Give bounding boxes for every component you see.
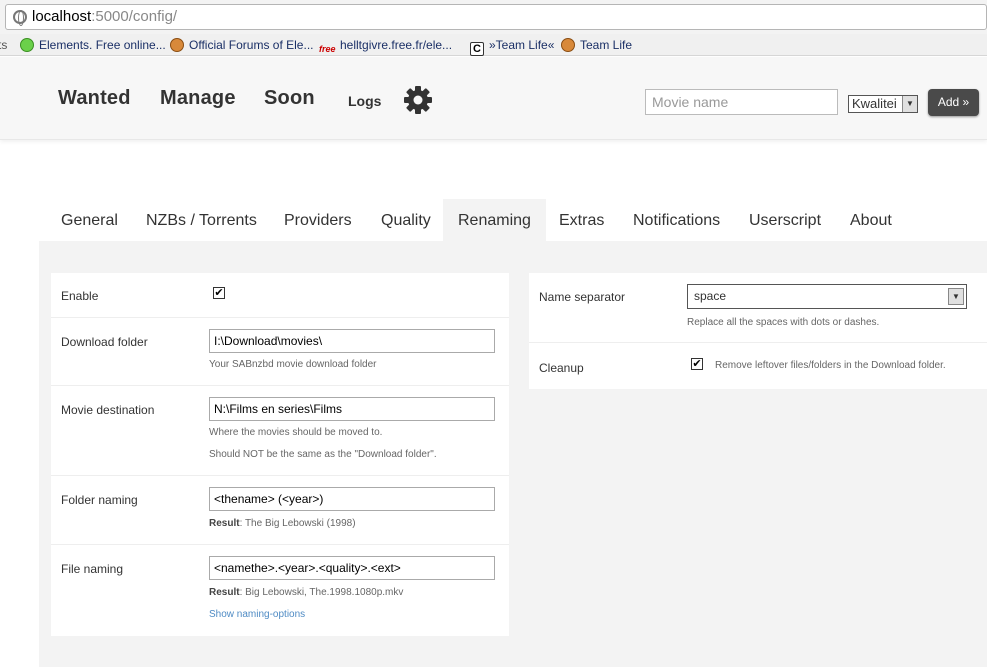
nav-soon[interactable]: Soon [264,87,315,110]
url-host: localhost [32,8,92,25]
elements-favicon [20,38,34,52]
name-separator-select[interactable]: space ▼ [687,284,967,309]
tab-quality[interactable]: Quality [366,199,446,241]
tab-notifications[interactable]: Notifications [618,199,735,241]
folder-naming-result: Result: The Big Lebowski (1998) [209,518,356,529]
movie-destination-row: Movie destination N:\Films en series\Fil… [51,386,509,476]
name-separator-value: space [694,289,727,303]
quality-selected-value: Kwalitei [852,96,897,111]
tab-renaming[interactable]: Renaming [443,199,546,241]
bookmark-elements[interactable]: Elements. Free online... [20,37,166,53]
movie-destination-hint: Where the movies should be moved to. [209,427,383,438]
tab-providers[interactable]: Providers [269,199,367,241]
movie-destination-label: Movie destination [61,403,155,417]
c-favicon: C [470,42,484,56]
globe-icon [13,10,27,26]
bookmark-helltgivre[interactable]: free helltgivre.free.fr/ele... [319,37,452,54]
tab-userscript[interactable]: Userscript [734,199,836,241]
app-header: Wanted Manage Soon Logs Kwalitei ▼ Add » [0,57,987,140]
download-folder-hint: Your SABnzbd movie download folder [209,359,377,370]
folder-naming-label: Folder naming [61,493,138,507]
download-folder-input[interactable]: I:\Download\movies\ [209,329,495,353]
bookmark-official-forums[interactable]: Official Forums of Ele... [170,37,313,53]
nav-logs[interactable]: Logs [348,93,381,109]
renaming-left-panel: Enable ✔ Download folder I:\Download\mov… [51,273,509,636]
cleanup-label: Cleanup [539,361,584,375]
cleanup-row: Cleanup ✔ Remove leftover files/folders … [529,343,987,389]
bookmarks-bar: ts Elements. Free online... Official For… [0,34,987,56]
renaming-right-panel: Name separator space ▼ Replace all the s… [529,273,987,389]
file-naming-result: Result: Big Lebowski, The.1998.1080p.mkv [209,587,404,598]
forum-favicon [170,38,184,52]
url-field[interactable]: localhost:5000/config/ [5,4,987,30]
file-naming-input[interactable]: <namethe>.<year>.<quality>.<ext> [209,556,495,580]
movie-search-input[interactable] [645,89,838,115]
name-separator-hint: Replace all the spaces with dots or dash… [687,317,880,328]
download-folder-label: Download folder [61,335,148,349]
free-favicon: free [319,44,336,54]
tab-nzbs-torrents[interactable]: NZBs / Torrents [131,199,272,241]
gear-icon[interactable] [403,85,433,115]
bookmark-team-life-c[interactable]: C »Team Life« [470,37,554,56]
tab-general[interactable]: General [46,199,133,241]
show-naming-options-link[interactable]: Show naming-options [209,609,305,620]
nav-manage[interactable]: Manage [160,87,236,110]
enable-checkbox[interactable]: ✔ [213,287,225,299]
name-separator-row: Name separator space ▼ Replace all the s… [529,273,987,343]
bookmark-overflow[interactable]: ts [0,37,7,53]
tab-extras[interactable]: Extras [544,199,619,241]
nav-wanted[interactable]: Wanted [58,87,131,110]
dropdown-arrow-icon: ▼ [902,96,917,112]
enable-label: Enable [61,289,99,303]
download-folder-row: Download folder I:\Download\movies\ Your… [51,318,509,386]
folder-naming-row: Folder naming <thename> (<year>) Result:… [51,476,509,545]
renaming-settings-content: Enable ✔ Download folder I:\Download\mov… [39,241,987,667]
name-separator-label: Name separator [539,290,626,304]
enable-row: Enable ✔ [51,273,509,318]
dropdown-arrow-icon: ▼ [948,288,964,305]
bookmark-team-life[interactable]: Team Life [561,37,632,53]
add-movie-button[interactable]: Add » [928,89,979,116]
browser-address-bar: localhost:5000/config/ [0,0,987,34]
cleanup-checkbox[interactable]: ✔ [691,358,703,370]
movie-destination-warning: Should NOT be the same as the "Download … [209,449,437,460]
team-life-favicon [561,38,575,52]
file-naming-row: File naming <namethe>.<year>.<quality>.<… [51,545,509,636]
movie-destination-input[interactable]: N:\Films en series\Films [209,397,495,421]
quality-select[interactable]: Kwalitei ▼ [848,95,918,113]
folder-naming-input[interactable]: <thename> (<year>) [209,487,495,511]
tab-about[interactable]: About [835,199,907,241]
file-naming-label: File naming [61,562,124,576]
url-path: :5000/config/ [91,8,178,25]
cleanup-hint: Remove leftover files/folders in the Dow… [715,360,946,371]
